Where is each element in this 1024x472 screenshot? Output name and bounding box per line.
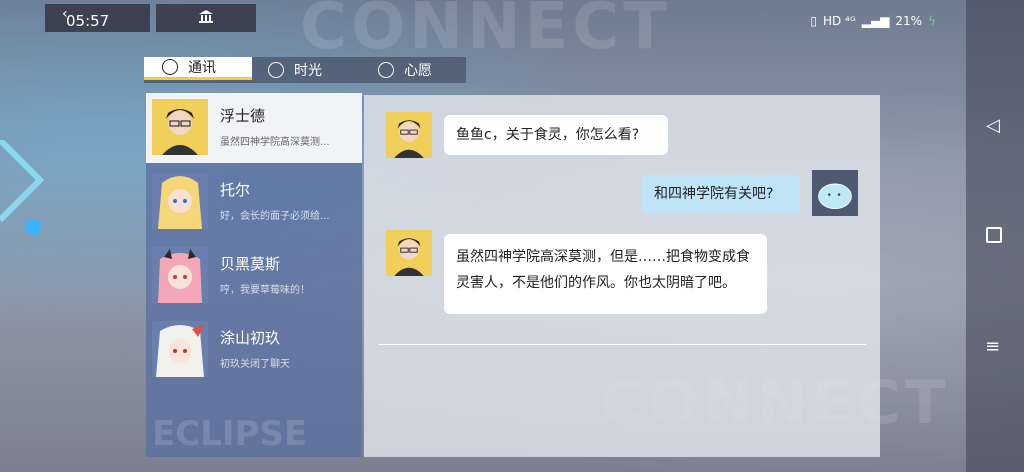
contact-list: 浮士德 虽然四神学院高深莫测... 托尔 好，会长的面子必须给... 贝黑莫斯 …	[146, 93, 362, 457]
contact-preview: 哼，我要草莓味的！	[220, 285, 310, 296]
charging-icon: ϟ	[928, 14, 936, 28]
contact-item[interactable]: 涂山初玖 初玖关闭了聊天	[146, 315, 362, 385]
nav-back-icon[interactable]: ◁	[986, 115, 1000, 136]
vibrate-icon: ▯	[810, 14, 817, 28]
contact-item[interactable]: 贝黑莫斯 哼，我要草莓味的！	[146, 241, 362, 311]
message-bubble-self: 和四神学院有关吧?	[642, 175, 800, 213]
tab-bar: 通讯 时光 心愿	[144, 57, 466, 83]
message-bubble: 虽然四神学院高深莫测，但是……把食物变成食灵害人，不是他们的作风。你也太阴暗了吧…	[444, 234, 767, 314]
system-nav-bar: ◁ ≡	[966, 0, 1024, 472]
avatar	[152, 99, 208, 155]
contact-name: 托尔	[220, 181, 251, 199]
clock: 05:57	[66, 12, 110, 30]
avatar	[386, 112, 432, 158]
wish-icon	[378, 62, 394, 78]
background-word-list: ECLIPSE	[152, 414, 308, 454]
tab-time-label: 时光	[294, 63, 322, 79]
status-bar: ‹ 05:57 ▯ HD ⁴ᴳ ▂▄▆ 21% ϟ	[0, 0, 1024, 40]
avatar	[152, 247, 208, 303]
divider	[378, 344, 866, 345]
signal-icon: ▂▄▆	[861, 14, 890, 28]
tab-comms[interactable]: 通讯	[144, 57, 252, 80]
message-bubble: 鱼鱼c，关于食灵，你怎么看?	[444, 115, 668, 155]
avatar	[152, 173, 208, 229]
contact-item[interactable]: 浮士德 虽然四神学院高深莫测...	[146, 93, 362, 163]
nav-home-icon[interactable]	[986, 227, 1002, 243]
contact-preview: 虽然四神学院高深莫测...	[220, 137, 330, 148]
avatar	[152, 321, 208, 377]
nav-menu-icon[interactable]: ≡	[985, 338, 1000, 356]
avatar-self	[812, 170, 858, 216]
tab-comms-label: 通讯	[188, 60, 216, 76]
tab-wish[interactable]: 心愿	[378, 57, 468, 83]
deco-shape	[0, 140, 45, 236]
aperture-icon	[268, 62, 284, 78]
contact-item[interactable]: 托尔 好，会长的面子必须给...	[146, 167, 362, 237]
contact-preview: 好，会长的面子必须给...	[220, 211, 330, 222]
contact-name: 涂山初玖	[220, 329, 281, 347]
battery-percent: 21%	[895, 14, 923, 28]
contact-preview: 初玖关闭了聊天	[220, 359, 290, 370]
tab-wish-label: 心愿	[404, 63, 432, 79]
network-indicators: HD ⁴ᴳ	[822, 14, 856, 28]
avatar	[386, 230, 432, 276]
chat-icon	[162, 59, 178, 75]
tab-time[interactable]: 时光	[268, 57, 358, 83]
contact-name: 浮士德	[220, 107, 266, 125]
contact-name: 贝黑莫斯	[220, 255, 281, 273]
building-icon	[199, 10, 213, 23]
